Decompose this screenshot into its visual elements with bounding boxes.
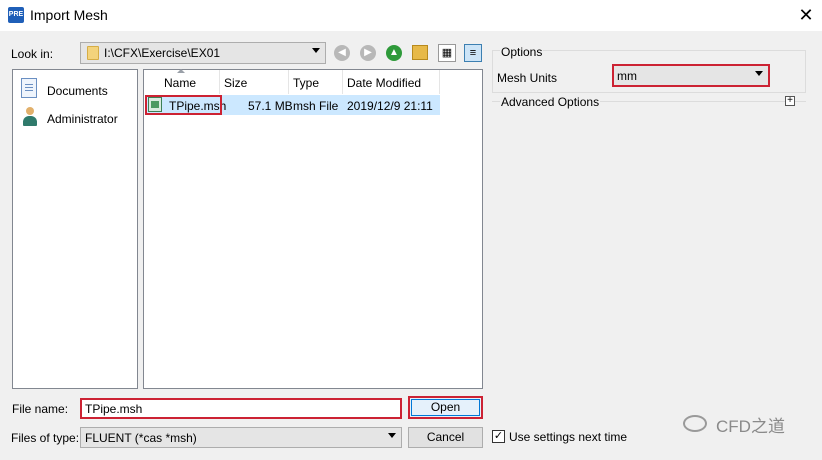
- open-button[interactable]: Open: [408, 396, 483, 419]
- chevron-down-icon: [388, 433, 396, 438]
- watermark-text: CFD之道: [716, 417, 785, 436]
- wechat-icon: [683, 415, 707, 432]
- forward-icon[interactable]: ▶: [360, 45, 376, 61]
- places-sidebar: Documents Administrator: [12, 69, 138, 389]
- folder-icon: [87, 46, 99, 60]
- sidebar-item-documents[interactable]: Documents: [21, 78, 131, 104]
- options-title: Options: [500, 45, 544, 59]
- sort-caret-icon: [177, 69, 185, 73]
- documents-icon: [21, 78, 37, 98]
- app-icon: PRE: [8, 7, 24, 23]
- use-settings-label[interactable]: Use settings next time: [509, 430, 627, 444]
- close-icon[interactable]: ✕: [796, 5, 816, 25]
- file-size-cell: 57.1 MB: [248, 99, 293, 113]
- look-in-value: I:\CFX\Exercise\EX01: [104, 46, 221, 60]
- file-list: Name Size Type Date Modified TPipe.msh 5…: [143, 69, 483, 389]
- cancel-button[interactable]: Cancel: [408, 427, 483, 448]
- up-folder-icon[interactable]: ▲: [386, 45, 402, 61]
- file-name-label: File name:: [12, 402, 69, 416]
- look-in-dropdown[interactable]: I:\CFX\Exercise\EX01: [80, 42, 326, 64]
- expand-icon[interactable]: +: [785, 96, 795, 106]
- detail-view-icon[interactable]: ≡: [464, 44, 482, 62]
- files-of-type-dropdown[interactable]: FLUENT (*cas *msh): [80, 427, 402, 448]
- files-of-type-label: Files of type:: [11, 431, 80, 445]
- list-view-icon[interactable]: ▦: [438, 44, 456, 62]
- highlight-box: [145, 95, 222, 115]
- files-of-type-value: FLUENT (*cas *msh): [85, 431, 197, 445]
- file-name-field[interactable]: TPipe.msh: [80, 398, 402, 419]
- title-bar: [0, 0, 822, 31]
- sidebar-item-label: Administrator: [47, 112, 118, 126]
- use-settings-checkbox[interactable]: ✓: [492, 430, 505, 443]
- column-header-date-modified[interactable]: Date Modified: [343, 70, 440, 94]
- user-icon: [21, 106, 39, 128]
- file-date-cell: 2019/12/9 21:11: [347, 99, 433, 113]
- mesh-units-label: Mesh Units: [497, 71, 558, 85]
- chevron-down-icon: [755, 71, 763, 76]
- file-type-cell: msh File: [293, 99, 339, 113]
- look-in-label: Look in:: [11, 47, 54, 61]
- back-icon[interactable]: ◀: [334, 45, 350, 61]
- advanced-options-label[interactable]: Advanced Options: [500, 95, 601, 109]
- sidebar-item-label: Documents: [47, 84, 108, 98]
- chevron-down-icon: [312, 48, 320, 53]
- column-header-type[interactable]: Type: [289, 70, 343, 94]
- mesh-units-dropdown[interactable]: mm: [612, 64, 770, 87]
- mesh-units-value: mm: [617, 69, 637, 83]
- window-title: Import Mesh: [30, 7, 108, 23]
- column-header-size[interactable]: Size: [220, 70, 289, 94]
- new-folder-icon[interactable]: [412, 45, 428, 60]
- sidebar-item-administrator[interactable]: Administrator: [21, 106, 131, 132]
- column-header-name[interactable]: Name: [144, 69, 220, 94]
